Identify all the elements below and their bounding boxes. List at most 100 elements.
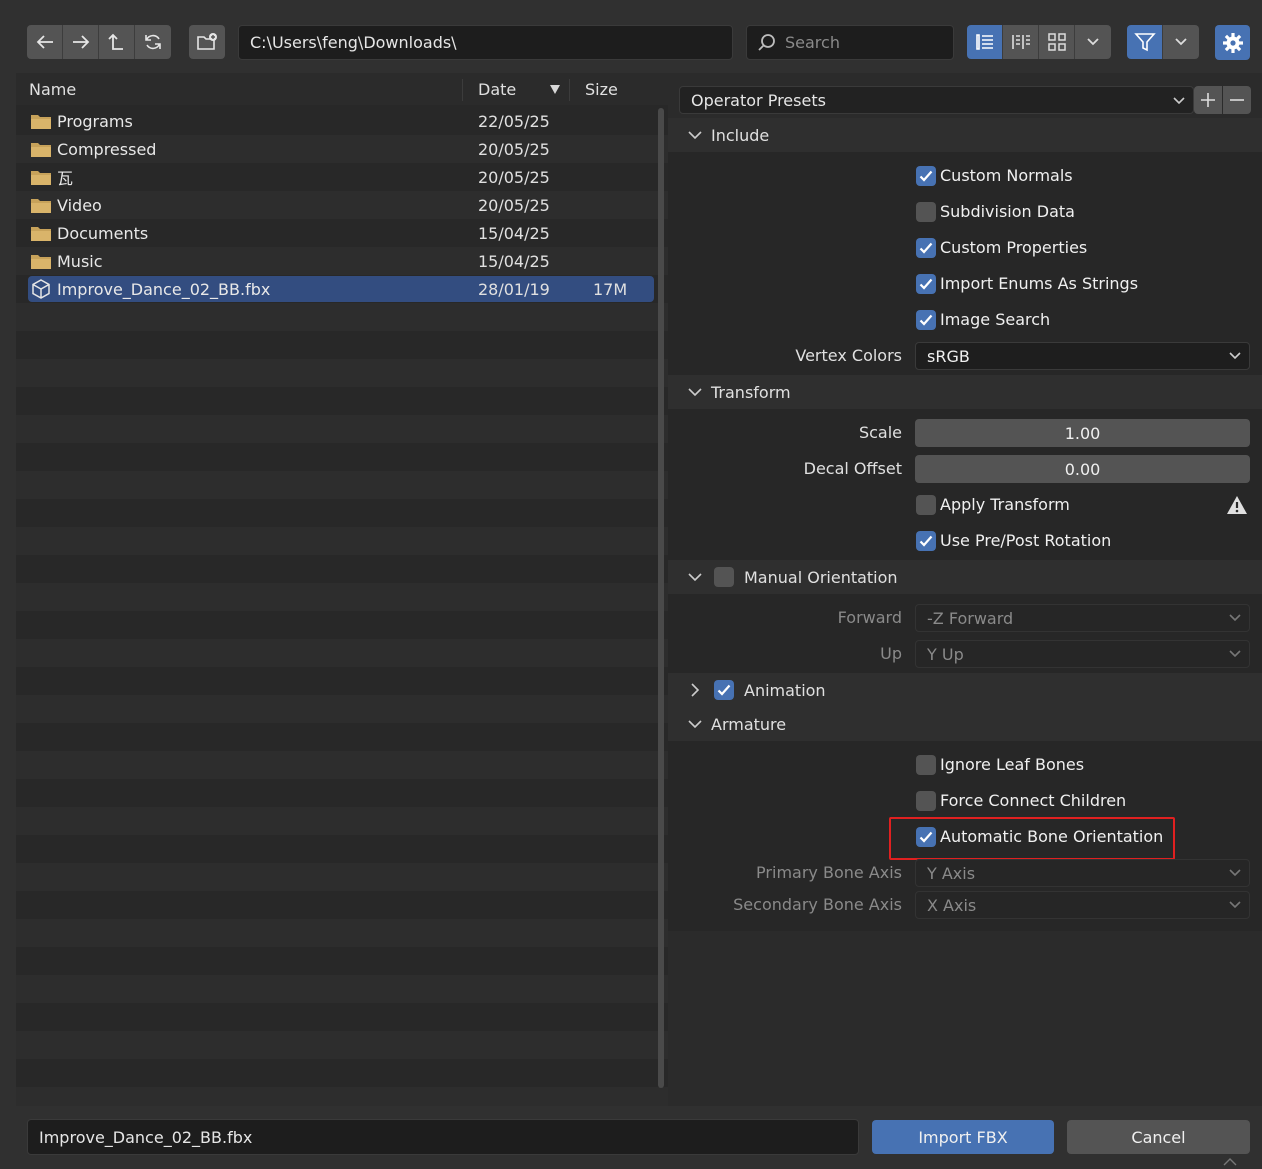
include-option-label[interactable]: Subdivision Data xyxy=(940,202,1075,221)
thumbnails-button[interactable] xyxy=(1039,25,1075,59)
display-mode-group xyxy=(967,25,1111,59)
armature-option-label[interactable]: Ignore Leaf Bones xyxy=(940,755,1084,774)
secondary-bone-axis-dropdown[interactable]: X Axis xyxy=(915,891,1250,919)
operator-presets-dropdown[interactable]: Operator Presets xyxy=(679,86,1194,114)
folder-row[interactable]: Programs 22/05/25 xyxy=(28,108,654,134)
vertex-colors-dropdown[interactable]: sRGB xyxy=(915,342,1250,370)
include-option-label[interactable]: Custom Normals xyxy=(940,166,1073,185)
back-button[interactable] xyxy=(27,25,63,59)
filter-options-dropdown[interactable] xyxy=(1163,25,1199,59)
cancel-button[interactable]: Cancel xyxy=(1067,1120,1250,1154)
column-header-size[interactable]: Size xyxy=(585,73,618,105)
armature-option-checkbox[interactable] xyxy=(916,755,936,775)
folder-row[interactable]: Music 15/04/25 xyxy=(28,248,654,274)
chevron-down-icon xyxy=(1229,352,1241,360)
import-fbx-button[interactable]: Import FBX xyxy=(872,1120,1054,1154)
checkmark-icon xyxy=(919,242,933,254)
vertex-colors-label: Vertex Colors xyxy=(795,346,902,365)
scale-field[interactable]: 1.00 xyxy=(915,419,1250,447)
include-option-checkbox[interactable] xyxy=(916,310,936,330)
include-option-checkbox[interactable] xyxy=(916,166,936,186)
primary-bone-axis-dropdown[interactable]: Y Axis xyxy=(915,859,1250,887)
section-transform-header[interactable]: Transform xyxy=(668,375,1262,409)
pre-post-rotation-checkbox[interactable] xyxy=(916,531,936,551)
item-date: 28/01/19 xyxy=(478,279,550,299)
arrow-left-icon xyxy=(36,35,53,49)
section-manual-orientation-header[interactable]: Manual Orientation xyxy=(668,560,1262,594)
sort-descending-icon xyxy=(550,85,560,94)
decal-offset-field[interactable]: 0.00 xyxy=(915,455,1250,483)
chevron-down-icon xyxy=(688,720,702,729)
settings-button[interactable] xyxy=(1215,25,1250,60)
mesh-file-icon xyxy=(32,279,50,299)
remove-preset-button[interactable] xyxy=(1223,86,1251,114)
warning-icon xyxy=(1227,496,1247,514)
resize-handle-icon[interactable] xyxy=(1222,1156,1238,1166)
checkmark-icon xyxy=(919,170,933,182)
manual-orientation-checkbox[interactable] xyxy=(714,567,734,587)
refresh-button[interactable] xyxy=(135,25,171,59)
include-option-checkbox[interactable] xyxy=(916,202,936,222)
up-dropdown[interactable]: Y Up xyxy=(915,640,1250,668)
secondary-bone-axis-label: Secondary Bone Axis xyxy=(733,895,902,914)
list-background-row xyxy=(16,583,668,611)
folder-row[interactable]: Compressed 20/05/25 xyxy=(28,136,654,162)
apply-transform-checkbox[interactable] xyxy=(916,495,936,515)
folder-icon xyxy=(28,140,54,158)
file-list-scrollbar[interactable] xyxy=(658,108,664,1088)
checkmark-icon xyxy=(717,684,731,696)
vertical-list-button[interactable] xyxy=(967,25,1003,59)
section-armature-header[interactable]: Armature xyxy=(668,707,1262,741)
checkmark-icon xyxy=(919,278,933,290)
folder-row[interactable]: Documents 15/04/25 xyxy=(28,220,654,246)
chevron-down-icon xyxy=(688,131,702,140)
display-options-dropdown[interactable] xyxy=(1075,25,1111,59)
navigation-button-group xyxy=(27,25,171,59)
add-preset-button[interactable] xyxy=(1194,86,1222,114)
pre-post-rotation-label[interactable]: Use Pre/Post Rotation xyxy=(940,531,1111,550)
filter-toggle-button[interactable] xyxy=(1127,25,1163,59)
primary-bone-axis-label: Primary Bone Axis xyxy=(756,863,902,882)
list-background-row xyxy=(16,1031,668,1059)
list-background-row xyxy=(16,639,668,667)
include-option-checkbox[interactable] xyxy=(916,238,936,258)
column-header-name[interactable]: Name xyxy=(29,73,77,105)
list-background-row xyxy=(16,1087,668,1106)
chevron-down-icon xyxy=(688,573,702,582)
chevron-down-icon xyxy=(1229,869,1241,877)
apply-transform-label[interactable]: Apply Transform xyxy=(940,495,1070,514)
checkmark-icon xyxy=(919,314,933,326)
include-option-label[interactable]: Image Search xyxy=(940,310,1050,329)
section-include-header[interactable]: Include xyxy=(668,118,1262,152)
folder-icon xyxy=(31,171,51,185)
animation-checkbox[interactable] xyxy=(714,680,734,700)
list-background-row xyxy=(16,807,668,835)
list-background-row xyxy=(16,863,668,891)
list-background-row xyxy=(16,415,668,443)
item-name: Programs xyxy=(57,111,133,131)
section-animation-header[interactable]: Animation xyxy=(668,673,1262,707)
item-date: 15/04/25 xyxy=(478,251,550,271)
horizontal-list-button[interactable] xyxy=(1003,25,1039,59)
include-option-label[interactable]: Import Enums As Strings xyxy=(940,274,1138,293)
list-background-row xyxy=(16,443,668,471)
armature-option-label[interactable]: Force Connect Children xyxy=(940,791,1126,810)
folder-row[interactable]: 瓦 20/05/25 xyxy=(28,164,654,190)
folder-icon xyxy=(31,227,51,241)
armature-option-checkbox[interactable] xyxy=(916,791,936,811)
file-row[interactable]: Improve_Dance_02_BB.fbx 28/01/19 17M xyxy=(28,276,654,302)
include-option-checkbox[interactable] xyxy=(916,274,936,294)
forward-dropdown[interactable]: -Z Forward xyxy=(915,604,1250,632)
new-folder-button[interactable] xyxy=(189,25,225,59)
filename-input[interactable]: Improve_Dance_02_BB.fbx xyxy=(27,1119,859,1155)
list-background-row xyxy=(16,975,668,1003)
parent-directory-button[interactable] xyxy=(99,25,135,59)
search-input[interactable]: Search xyxy=(746,25,954,60)
list-background-row xyxy=(16,527,668,555)
forward-button[interactable] xyxy=(63,25,99,59)
include-option-label[interactable]: Custom Properties xyxy=(940,238,1087,257)
folder-row[interactable]: Video 20/05/25 xyxy=(28,192,654,218)
path-field[interactable]: C:\Users\feng\Downloads\ xyxy=(238,25,733,60)
list-background-row xyxy=(16,751,668,779)
search-placeholder: Search xyxy=(785,33,840,52)
